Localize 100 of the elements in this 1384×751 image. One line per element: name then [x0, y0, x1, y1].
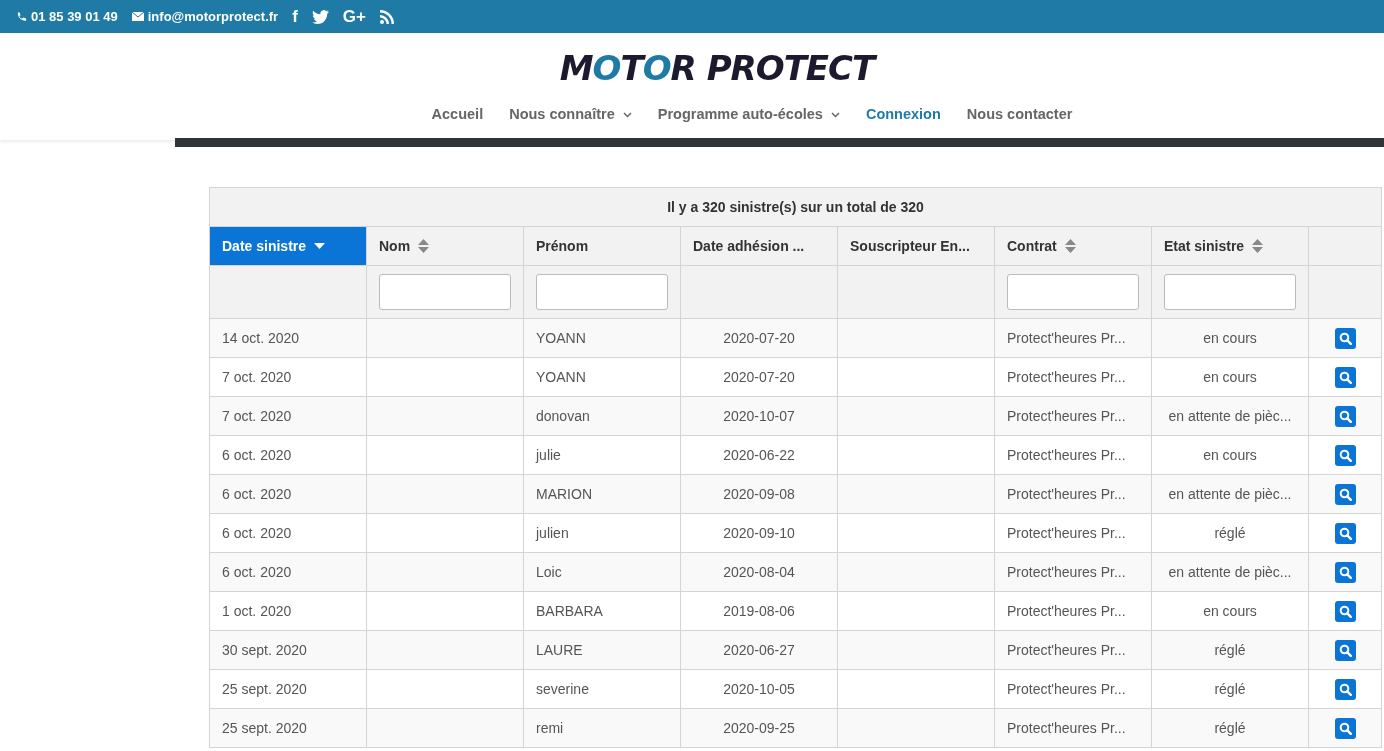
column-header[interactable]: Contrat — [994, 226, 1152, 266]
table-cell: réglé — [1151, 513, 1309, 553]
table-cell: severine — [523, 669, 681, 709]
table-cell: julien — [523, 513, 681, 553]
table-cell: 6 oct. 2020 — [209, 435, 367, 475]
facebook-link[interactable]: f — [292, 3, 298, 30]
google-plus-link[interactable]: G+ — [342, 3, 366, 30]
table-cell: en attente de pièc... — [1151, 552, 1309, 592]
search-icon — [1338, 487, 1352, 501]
table-cell: réglé — [1151, 708, 1309, 748]
column-header[interactable]: Etat sinistre — [1151, 226, 1309, 266]
search-icon — [1338, 682, 1352, 696]
column-header[interactable]: Souscripteur En... — [837, 226, 995, 266]
nav-link[interactable]: Accueil — [431, 104, 484, 126]
table-cell: 2020-09-10 — [680, 513, 838, 553]
view-button[interactable] — [1334, 561, 1356, 583]
search-icon — [1338, 526, 1352, 540]
table-cell: 25 sept. 2020 — [209, 708, 367, 748]
table-cell: Protect'heures Pr... — [994, 591, 1152, 631]
table-cell: 2019-08-06 — [680, 591, 838, 631]
view-button[interactable] — [1334, 327, 1356, 349]
table-cell: 2020-09-25 — [680, 708, 838, 748]
search-icon — [1338, 448, 1352, 462]
table-cell: Protect'heures Pr... — [994, 357, 1152, 397]
chevron-down-icon — [622, 111, 632, 118]
filter-field[interactable] — [536, 274, 668, 310]
table-cell: Protect'heures Pr... — [994, 630, 1152, 670]
table-cell: 2020-06-22 — [680, 435, 838, 475]
table-caption: Il y a 320 sinistre(s) sur un total de 320 — [209, 187, 1382, 227]
table-cell: Protect'heures Pr... — [994, 435, 1152, 475]
table-cell: Protect'heures Pr... — [994, 708, 1152, 748]
view-button[interactable] — [1334, 717, 1356, 739]
view-button[interactable] — [1334, 678, 1356, 700]
filter-field[interactable] — [1007, 274, 1139, 310]
view-button[interactable] — [1334, 639, 1356, 661]
search-icon — [1338, 331, 1352, 345]
view-button[interactable] — [1334, 522, 1356, 544]
table-cell: 7 oct. 2020 — [209, 357, 367, 397]
table-cell: 25 sept. 2020 — [209, 669, 367, 709]
filter-field[interactable] — [1164, 274, 1296, 310]
search-icon — [1338, 370, 1352, 384]
table-cell: 6 oct. 2020 — [209, 513, 367, 553]
search-icon — [1338, 565, 1352, 579]
table-cell: 6 oct. 2020 — [209, 552, 367, 592]
table-cell: 30 sept. 2020 — [209, 630, 367, 670]
search-icon — [1338, 409, 1352, 423]
view-button[interactable] — [1334, 405, 1356, 427]
table-cell: 2020-09-08 — [680, 474, 838, 514]
search-icon — [1338, 643, 1352, 657]
table-cell: Loic — [523, 552, 681, 592]
table-cell: Protect'heures Pr... — [994, 396, 1152, 436]
table-cell: Protect'heures Pr... — [994, 513, 1152, 553]
view-button[interactable] — [1334, 483, 1356, 505]
table-cell: MARION — [523, 474, 681, 514]
bird-icon[interactable] — [311, 10, 329, 25]
table-cell: en attente de pièc... — [1151, 396, 1309, 436]
table-cell: en attente de pièc... — [1151, 474, 1309, 514]
sort-down-icon — [314, 243, 326, 249]
view-button[interactable] — [1334, 444, 1356, 466]
nav-link[interactable]: Nous connaître — [509, 104, 632, 126]
table-cell: julie — [523, 435, 681, 475]
table-cell: 6 oct. 2020 — [209, 474, 367, 514]
table-cell: Protect'heures Pr... — [994, 318, 1152, 358]
nav-link[interactable]: Nous contacter — [966, 104, 1073, 126]
table-cell: Protect'heures Pr... — [994, 669, 1152, 709]
chevron-down-icon — [830, 111, 840, 118]
column-header[interactable]: Date adhésion ... — [680, 226, 838, 266]
sort-icon — [1064, 239, 1076, 253]
nav-link[interactable]: Connexion — [865, 104, 941, 126]
table-cell: BARBARA — [523, 591, 681, 631]
view-button[interactable] — [1334, 600, 1356, 622]
table-cell: donovan — [523, 396, 681, 436]
sort-icon — [1252, 239, 1264, 253]
table-cell: 2020-10-07 — [680, 396, 838, 436]
rss-icon[interactable] — [379, 10, 394, 25]
table-cell: en cours — [1151, 318, 1309, 358]
column-header[interactable]: Prénom — [523, 226, 681, 266]
table-cell: YOANN — [523, 318, 681, 358]
table-cell: 2020-10-05 — [680, 669, 838, 709]
view-button[interactable] — [1334, 366, 1356, 388]
filter-field[interactable] — [379, 274, 511, 310]
table-cell: Protect'heures Pr... — [994, 474, 1152, 514]
search-icon — [1338, 604, 1352, 618]
phone-number[interactable]: 01 85 39 01 49 — [31, 6, 118, 27]
table-cell: 2020-08-04 — [680, 552, 838, 592]
table-cell: en cours — [1151, 435, 1309, 475]
nav-link[interactable]: Programme auto-écoles — [657, 104, 840, 126]
phone-icon — [16, 10, 27, 23]
sort-icon — [418, 239, 430, 253]
table-cell: 2020-06-27 — [680, 630, 838, 670]
column-header[interactable]: Date sinistre — [209, 226, 367, 266]
table-cell: remi — [523, 708, 681, 748]
table-cell: 7 oct. 2020 — [209, 396, 367, 436]
email-link[interactable]: info@motorprotect.fr — [147, 6, 279, 27]
table-cell: Protect'heures Pr... — [994, 552, 1152, 592]
table-cell: 1 oct. 2020 — [209, 591, 367, 631]
column-header[interactable]: Nom — [366, 226, 524, 266]
table-cell: 2020-07-20 — [680, 318, 838, 358]
table-cell: réglé — [1151, 630, 1309, 670]
table-cell: en cours — [1151, 591, 1309, 631]
